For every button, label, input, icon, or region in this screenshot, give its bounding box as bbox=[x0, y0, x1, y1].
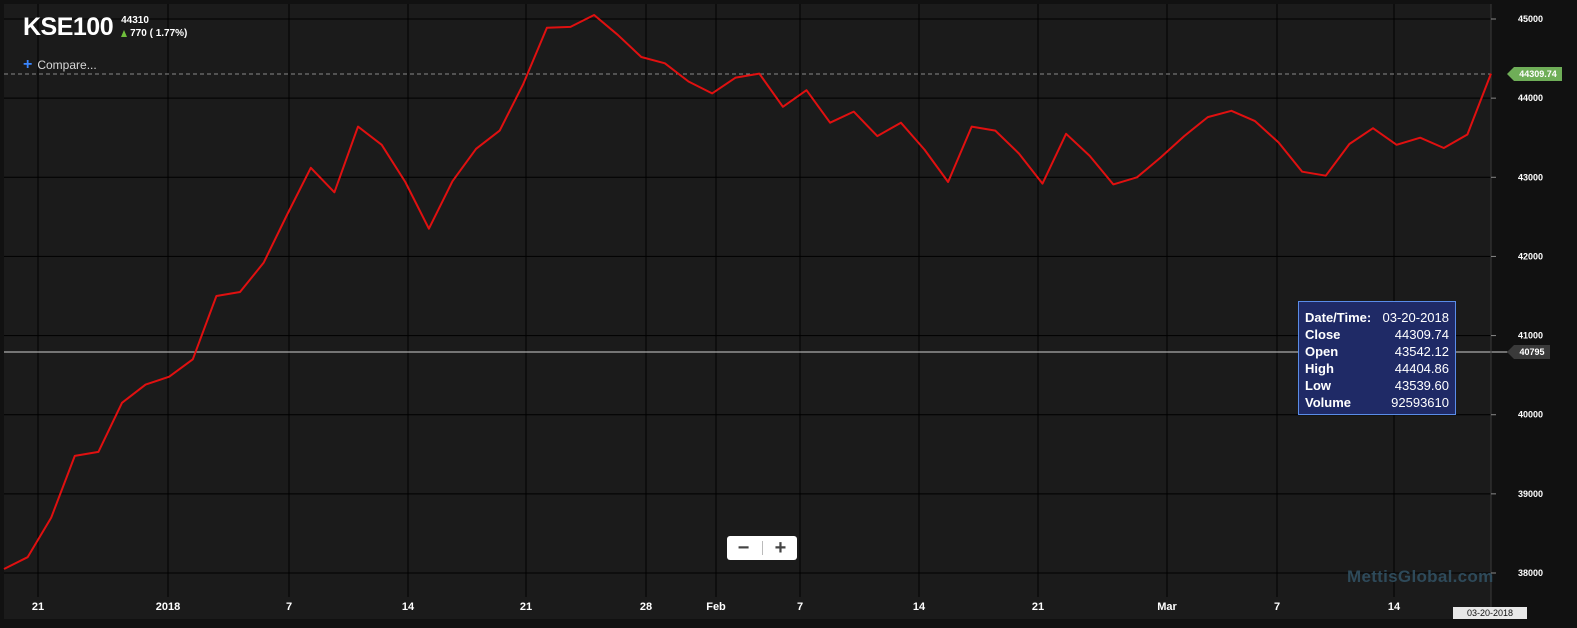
zoom-divider bbox=[761, 541, 763, 555]
tooltip-label: Low bbox=[1305, 378, 1331, 393]
x-tick-label: 14 bbox=[913, 601, 926, 613]
zoom-in-button[interactable]: + bbox=[766, 537, 796, 559]
y-tick-label: 38000 bbox=[1518, 568, 1543, 578]
cursor-price-tag: 40795 bbox=[1507, 345, 1550, 359]
arrow-up-icon bbox=[121, 30, 128, 37]
x-tick-label: 7 bbox=[1274, 601, 1280, 613]
symbol-name: KSE100 bbox=[23, 13, 114, 41]
zoom-control: − + bbox=[727, 536, 797, 560]
price-change: 770 ( 1.77%) bbox=[130, 28, 188, 39]
x-tick-label: 21 bbox=[32, 601, 44, 613]
plot-area bbox=[4, 4, 1491, 619]
x-tick-label: Mar bbox=[1157, 601, 1177, 613]
tooltip-row-low: Low 43539.60 bbox=[1305, 377, 1449, 394]
tooltip-value: 03-20-2018 bbox=[1382, 310, 1450, 325]
x-tick-label: 7 bbox=[797, 601, 803, 613]
x-tick-label: Feb bbox=[706, 601, 726, 613]
tooltip-row-volume: Volume 92593610 bbox=[1305, 394, 1449, 411]
y-tick-label: 45000 bbox=[1518, 14, 1543, 24]
tooltip-value: 43542.12 bbox=[1394, 344, 1449, 359]
compare-button[interactable]: + Compare... bbox=[23, 56, 97, 73]
last-price: 44310 bbox=[121, 15, 149, 26]
tooltip-value: 43539.60 bbox=[1394, 378, 1449, 393]
tooltip-row-datetime: Date/Time: 03-20-2018 bbox=[1305, 309, 1449, 326]
x-tick-label: 7 bbox=[286, 601, 292, 613]
tooltip-value: 92593610 bbox=[1391, 395, 1449, 410]
tooltip-label: Close bbox=[1305, 327, 1341, 342]
tooltip-label: Volume bbox=[1305, 395, 1351, 410]
y-tick-label: 40000 bbox=[1518, 410, 1543, 420]
watermark: MettisGlobal.com bbox=[1347, 567, 1494, 586]
x-tick-label: 21 bbox=[520, 601, 532, 613]
y-tick-label: 44000 bbox=[1518, 93, 1543, 103]
y-tick-label: 42000 bbox=[1518, 251, 1543, 261]
last-price-tag: 44309.74 bbox=[1507, 67, 1562, 81]
symbol-header: KSE100 44310 770 ( 1.77%) bbox=[23, 12, 187, 42]
compare-label: Compare... bbox=[37, 58, 97, 72]
x-tick-label: 14 bbox=[402, 601, 415, 613]
y-tick-label: 41000 bbox=[1518, 331, 1543, 341]
tooltip-row-close: Close 44309.74 bbox=[1305, 326, 1449, 343]
chart-stage: 38000 39000 40000 41000 42000 43000 44000 45000… bbox=[0, 0, 1577, 628]
quote-box: 44310 770 ( 1.77%) bbox=[121, 14, 187, 40]
tooltip-label: High bbox=[1305, 361, 1334, 376]
tooltip-value: 44309.74 bbox=[1394, 327, 1449, 342]
x-tick-label: 2018 bbox=[156, 601, 180, 613]
tooltip-value: 44404.86 bbox=[1394, 361, 1449, 376]
y-tick-label: 43000 bbox=[1518, 172, 1543, 182]
zoom-out-button[interactable]: − bbox=[729, 537, 759, 559]
data-tooltip: Date/Time: 03-20-2018 Close 44309.74 Ope… bbox=[1298, 301, 1456, 415]
change-row: 770 ( 1.77%) bbox=[121, 27, 187, 40]
cursor-date-tag: 03-20-2018 bbox=[1453, 607, 1527, 619]
x-tick-label: 28 bbox=[640, 601, 652, 613]
tooltip-row-open: Open 43542.12 bbox=[1305, 343, 1449, 360]
y-tick-label: 39000 bbox=[1518, 489, 1543, 499]
plus-icon: + bbox=[23, 56, 33, 73]
x-tick-label: 21 bbox=[1032, 601, 1044, 613]
x-tick-label: 14 bbox=[1388, 601, 1401, 613]
tooltip-label: Date/Time: bbox=[1305, 310, 1372, 325]
tooltip-row-high: High 44404.86 bbox=[1305, 360, 1449, 377]
tooltip-label: Open bbox=[1305, 344, 1339, 359]
